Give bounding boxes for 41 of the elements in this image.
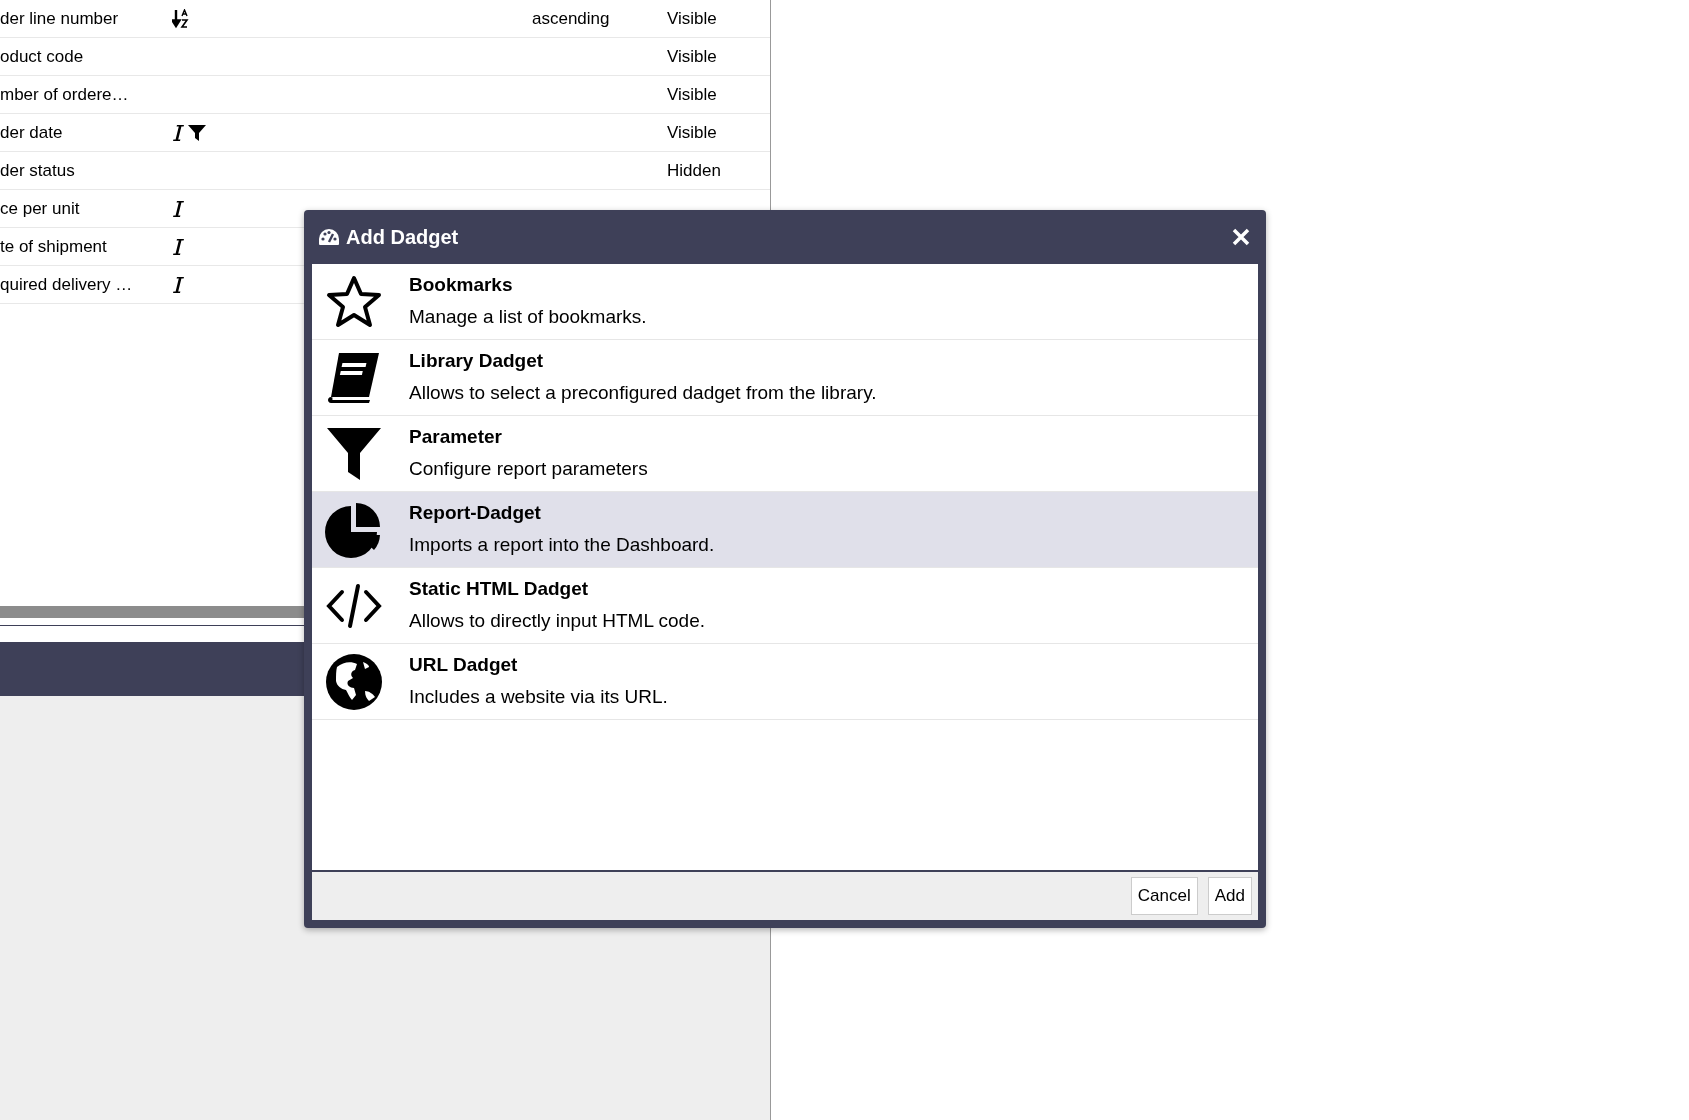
item-title: Report-Dadget [409,502,542,525]
item-description: Includes a website via its URL. [409,686,668,709]
table-cell-text: te of shipment [0,235,108,258]
globe-icon [325,652,383,711]
item-description: Imports a report into the Dashboard. [409,534,715,557]
list-item[interactable]: Library Dadget Allows to select a preconfigured dadget from the library. [312,340,1258,416]
table-cell: ascending [532,8,610,28]
gauge-icon [318,228,340,246]
table-cell-text: ce per unit [0,197,81,220]
item-description: Configure report parameters [409,458,648,481]
item-description: Allows to directly input HTML code. [409,610,706,633]
list-item[interactable]: Report-Dadget Imports a report into the Dashboard. [312,492,1258,568]
table-cell-text: quired delivery … [0,273,134,296]
list-item[interactable]: Bookmarks Manage a list of bookmarks. [312,264,1258,340]
table-cell-text: der status [0,159,76,182]
table-cell-text: der date [0,121,64,144]
item-title: Parameter [409,426,503,449]
table-cell-text: Visible [667,83,717,106]
item-title: Static HTML Dadget [409,578,590,601]
cancel-button[interactable]: Cancel [1130,876,1198,916]
add-button[interactable]: Add [1207,876,1252,916]
list-item[interactable]: URL Dadget Includes a website via its URL. [312,644,1258,720]
table-cell-text: mber of ordere… [0,83,130,106]
filter-icon [325,425,383,482]
dialog-title: Add Dadget [346,225,459,250]
code-icon [325,581,383,630]
table-cell-text: Visible [667,121,717,144]
item-description: Manage a list of bookmarks. [409,306,647,329]
table-cell-text: oduct code [0,45,85,68]
pie-chart-icon [325,501,383,558]
table-cell-text: der line number [0,7,120,30]
table-cell-text: Visible [667,45,717,68]
table-cell-text: Visible [667,7,717,30]
item-title: Bookmarks [409,274,514,297]
table-cell-text: Hidden [667,159,721,182]
item-title: URL Dadget [409,654,519,677]
item-description: Allows to select a preconfigured dadget from the library. [409,382,877,405]
star-icon [325,273,383,330]
item-title: Library Dadget [409,350,545,373]
list-item[interactable]: Static HTML Dadget Allows to directly input HTML code. [312,568,1258,644]
close-button[interactable] [1230,226,1252,248]
